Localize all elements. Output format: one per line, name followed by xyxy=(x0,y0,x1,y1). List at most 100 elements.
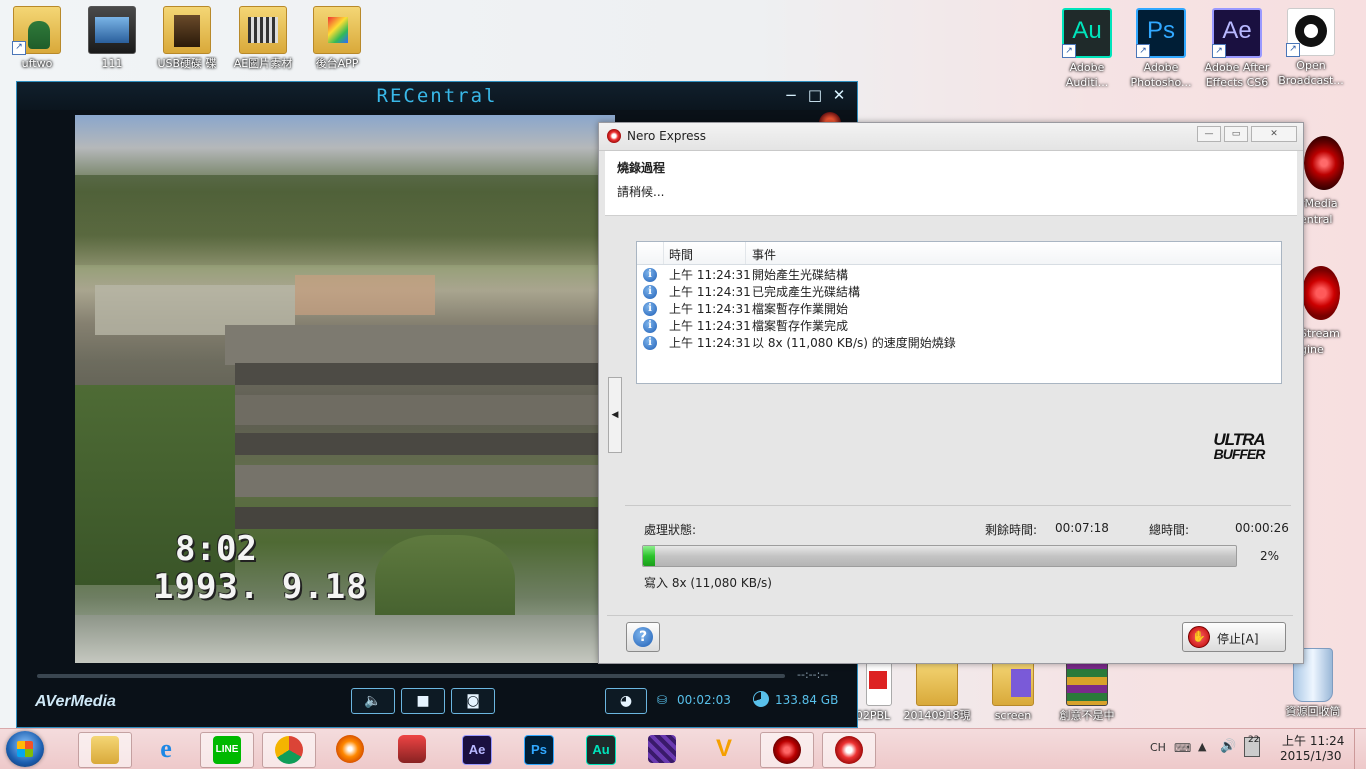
desktop-icon-label: 後台APP xyxy=(315,57,359,70)
keyboard-icon[interactable]: ⌨ xyxy=(1174,741,1191,755)
folder-icon xyxy=(313,6,361,54)
clock-time[interactable]: 上午 11:24 xyxy=(1282,732,1344,749)
collapse-panel-button[interactable]: ◀ xyxy=(608,377,622,453)
desktop-icon-after-effects[interactable]: Ae ↗ Adobe After Effects CS6 xyxy=(1200,8,1274,92)
video-date-stamp: 1993. 9.18 xyxy=(153,567,368,607)
log-event: 檔案暫存作業完成 xyxy=(752,319,849,333)
volume-button[interactable]: 🔈 xyxy=(351,688,395,714)
folder-icon xyxy=(916,660,958,706)
video-file-icon xyxy=(88,6,136,54)
nero-app-icon xyxy=(607,129,621,143)
log-row: i 上午 11:24:31 開始產生光碟結構 xyxy=(637,267,1277,284)
desktop-icon-label: Stream gine xyxy=(1300,327,1340,356)
desktop-icon-audition[interactable]: Au ↗ Adobe Auditi... xyxy=(1050,8,1124,92)
desktop-icon-ae-images[interactable]: AE圖片素材 xyxy=(226,6,300,72)
minimize-button[interactable]: − xyxy=(783,87,799,103)
log-event: 檔案暫存作業開始 xyxy=(752,302,849,316)
maximize-button[interactable]: ▭ xyxy=(1224,126,1248,142)
line-icon: LINE xyxy=(213,736,241,764)
volume-icon[interactable]: 🔊 xyxy=(1220,739,1236,754)
close-button[interactable]: ✕ xyxy=(831,87,847,103)
stop-button-label: 停止[A] xyxy=(1217,632,1259,646)
shortcut-arrow-icon: ↗ xyxy=(12,41,26,55)
clock-date[interactable]: 2015/1/30 xyxy=(1280,749,1342,763)
help-button[interactable]: ? xyxy=(626,622,660,652)
snapshot-button[interactable]: ◙ xyxy=(451,688,495,714)
column-header-event[interactable]: 事件 xyxy=(752,246,776,263)
nero-burn-icon xyxy=(336,735,364,763)
show-desktop-button[interactable] xyxy=(1354,729,1366,769)
taskbar-app-vegas[interactable]: V xyxy=(698,732,750,766)
progress-percent: 2% xyxy=(1260,549,1280,563)
nero-titlebar[interactable]: Nero Express — ▭ ✕ xyxy=(599,123,1303,151)
taskbar-app-premiere[interactable] xyxy=(636,732,688,766)
taskbar-app-ie[interactable]: e xyxy=(140,732,192,766)
desktop-icon-usb[interactable]: USB硬碟 碟 xyxy=(150,6,224,72)
desktop-icon-creative[interactable]: 創意不是中 xyxy=(1050,660,1124,724)
desktop-icon-avermedia-recentral[interactable]: rMedia entral xyxy=(1300,136,1360,228)
nero-title: Nero Express xyxy=(627,129,707,143)
seek-bar[interactable] xyxy=(37,674,785,678)
desktop-icon-111[interactable]: 111 xyxy=(75,6,149,72)
language-indicator[interactable]: CH xyxy=(1150,741,1166,754)
taskbar-app-explorer[interactable] xyxy=(78,732,132,768)
taskbar-app-scratch[interactable] xyxy=(386,732,438,766)
taskbar-app-nero[interactable] xyxy=(324,732,376,766)
taskbar-app-chrome[interactable] xyxy=(262,732,316,768)
folder-user-icon: ↗ xyxy=(12,6,61,55)
settings-palette-button[interactable]: ◕ xyxy=(605,688,647,714)
column-header-time[interactable]: 時間 xyxy=(669,246,693,263)
taskbar-app-photoshop[interactable]: Ps xyxy=(512,732,564,766)
write-speed: 寫入 8x (11,080 KB/s) xyxy=(644,576,772,590)
minimize-button[interactable]: — xyxy=(1197,126,1221,142)
progress-bar xyxy=(642,545,1237,567)
desktop-icon-label: 20140918現 xyxy=(903,709,971,722)
windows-logo-icon xyxy=(17,741,33,757)
desktop-icon-label: Adobe After Effects CS6 xyxy=(1204,61,1270,89)
info-icon: i xyxy=(643,336,657,350)
taskbar-app-after-effects[interactable]: Ae xyxy=(450,732,502,766)
nero-header-title: 燒錄過程 xyxy=(617,161,666,175)
scratch-icon xyxy=(398,735,426,763)
taskbar-app-nero-express[interactable] xyxy=(822,732,876,768)
remaining-label: 剩餘時間: xyxy=(985,523,1038,537)
desktop-icon-20140918[interactable]: 20140918現 xyxy=(900,660,974,724)
ultrabuffer-logo-line1: ULTRA xyxy=(1213,430,1265,449)
taskbar-app-line[interactable]: LINE xyxy=(200,732,254,768)
time-code: --:--:-- xyxy=(797,668,829,681)
chrome-icon xyxy=(275,736,303,764)
desktop-icon-label: 111 xyxy=(101,57,123,70)
log-time: 上午 11:24:31 xyxy=(669,285,751,299)
maximize-button[interactable]: □ xyxy=(807,87,823,103)
after-effects-icon: Ae ↗ xyxy=(1212,8,1262,58)
nero-express-window: Nero Express — ▭ ✕ 燒錄過程 請稍候... ◀ 時間 事件 i… xyxy=(598,122,1304,664)
total-label: 總時間: xyxy=(1149,523,1190,537)
desktop-icon-obs[interactable]: ↗ Open Broadcast... xyxy=(1274,8,1348,90)
start-button[interactable] xyxy=(6,731,44,767)
event-log: 時間 事件 i 上午 11:24:31 開始產生光碟結構 i 上午 11:24:… xyxy=(636,241,1282,384)
desktop-icon-streamengine[interactable]: Stream gine xyxy=(1300,266,1362,358)
recentral-titlebar[interactable]: RECentral − □ ✕ xyxy=(17,82,857,110)
recentral-title: RECentral xyxy=(376,85,498,107)
close-button[interactable]: ✕ xyxy=(1251,126,1297,142)
taskbar-app-recentral[interactable] xyxy=(760,732,814,768)
desktop-icon-app[interactable]: 後台APP xyxy=(300,6,374,72)
premiere-film-icon xyxy=(648,735,676,763)
ultrabuffer-logo: ULTRA BUFFER xyxy=(1199,430,1279,461)
show-hidden-icons-button[interactable]: ▲ xyxy=(1198,740,1206,753)
shortcut-arrow-icon: ↗ xyxy=(1286,43,1300,57)
desktop-icon-uftwo[interactable]: ↗ uftwo xyxy=(0,6,74,72)
stop-button[interactable]: ■ xyxy=(401,688,445,714)
desktop-icon-screen[interactable]: screen xyxy=(976,660,1050,724)
log-event: 已完成產生光碟結構 xyxy=(752,285,861,299)
desktop-icon-label: uftwo xyxy=(21,57,53,70)
log-event: 開始產生光碟結構 xyxy=(752,268,849,282)
audition-icon: Au xyxy=(586,735,616,765)
stop-button[interactable]: ✋ 停止[A] xyxy=(1182,622,1286,652)
status-label: 處理狀態: xyxy=(644,523,697,537)
desktop-icon-label: Adobe Photosho... xyxy=(1130,61,1192,89)
taskbar-app-audition[interactable]: Au xyxy=(574,732,626,766)
notification-badge: 22 xyxy=(1248,735,1260,745)
remaining-value: 00:07:18 xyxy=(1055,521,1109,535)
desktop-icon-photoshop[interactable]: Ps ↗ Adobe Photosho... xyxy=(1124,8,1198,92)
